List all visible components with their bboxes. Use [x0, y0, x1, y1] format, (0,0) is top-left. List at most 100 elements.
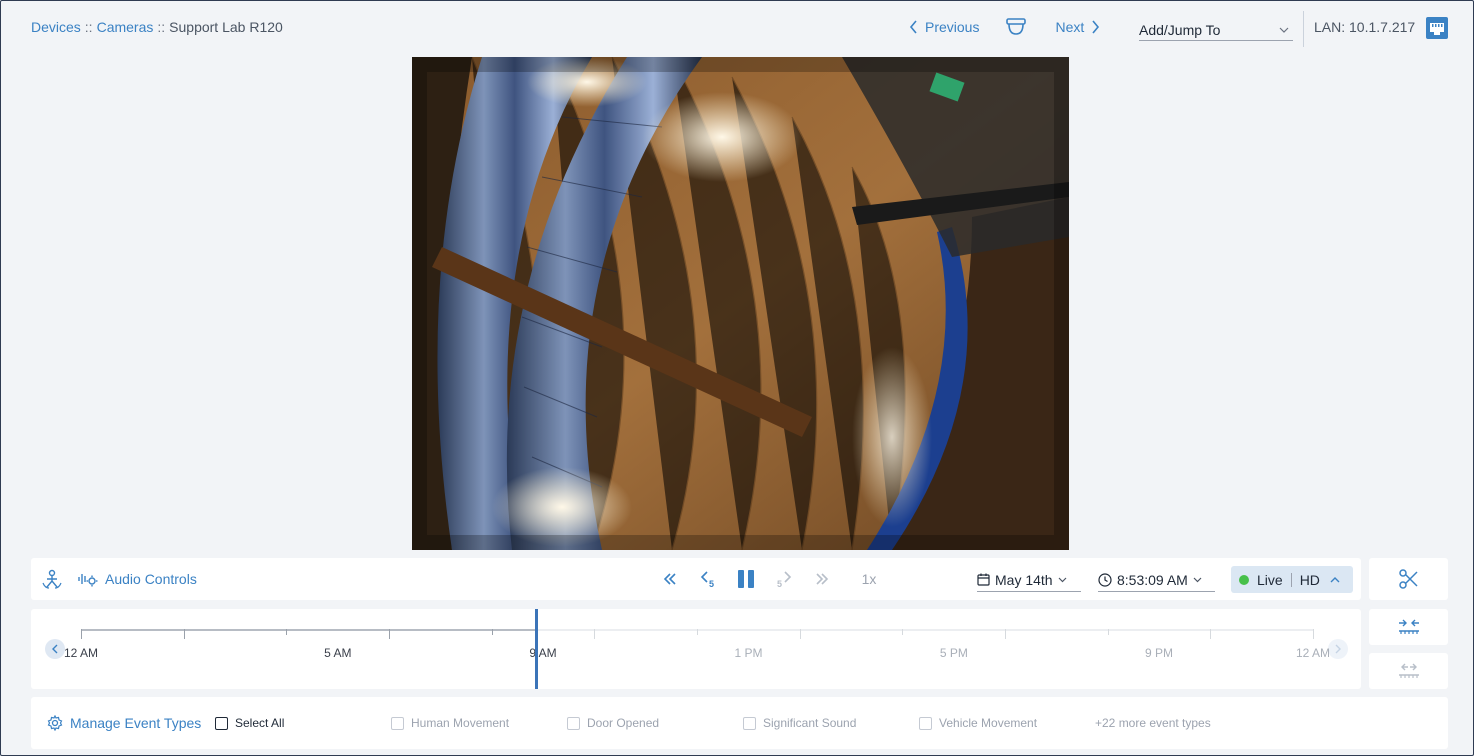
double-chevron-left-icon [663, 573, 676, 585]
pause-icon [738, 570, 754, 588]
timeline-label: 9 AM [529, 646, 557, 660]
event-type-label: Significant Sound [763, 716, 857, 730]
chevron-right-icon [1335, 644, 1341, 654]
rewind-button[interactable] [651, 573, 689, 585]
checkbox[interactable] [391, 716, 404, 730]
next-button[interactable]: Next [1055, 19, 1100, 35]
manage-event-types-button[interactable]: Manage Event Types [47, 697, 201, 749]
timeline-tick [799, 629, 801, 639]
time-picker[interactable]: 8:53:09 AM [1098, 568, 1215, 592]
pause-button[interactable] [727, 569, 765, 589]
add-jump-select[interactable]: Add/Jump To [1139, 19, 1293, 41]
audio-controls-label: Audio Controls [105, 571, 197, 587]
time-value: 8:53:09 AM [1117, 571, 1188, 588]
quality-label: HD [1299, 571, 1320, 588]
chevron-left-icon [52, 644, 58, 654]
timeline-tick [594, 629, 596, 639]
timeline-tick [1313, 629, 1314, 639]
timeline-tick [389, 629, 390, 639]
skip-back-5-icon: 5 [700, 571, 714, 588]
svg-text:5: 5 [777, 579, 782, 588]
chevron-down-icon [1279, 27, 1289, 33]
select-all-label: Select All [235, 716, 285, 730]
chevron-up-icon [1330, 576, 1340, 582]
playback-controls: Audio Controls 5 5 1x May 14th 8:53:09 A… [31, 558, 1361, 600]
timeline-label: 5 AM [324, 646, 352, 660]
fast-forward-button [803, 573, 841, 585]
motion-search-button[interactable] [41, 558, 63, 600]
previous-label: Previous [925, 19, 980, 35]
more-event-types-label: +22 more event types [1095, 716, 1211, 730]
event-types-bar: Manage Event Types Select All Human Move… [31, 697, 1448, 749]
playback-buttons: 5 5 1x [651, 558, 897, 600]
svg-text:5: 5 [709, 579, 714, 588]
checkbox[interactable] [743, 716, 756, 730]
camera-navigation: Previous Next [909, 17, 1100, 37]
timeline-tick [902, 629, 904, 635]
checkbox[interactable] [567, 716, 580, 730]
chevron-down-icon [1058, 577, 1067, 582]
checkbox[interactable] [919, 716, 932, 730]
previous-button[interactable]: Previous [909, 19, 979, 35]
skip-back-5-button[interactable]: 5 [689, 570, 727, 588]
event-type-significant-sound[interactable]: Significant Sound [743, 697, 856, 749]
timeline[interactable]: 12 AM 5 AM 9 AM 1 PM 5 PM 9 PM 12 AM [31, 609, 1361, 689]
chevron-right-icon [1092, 20, 1100, 34]
speed-button[interactable]: 1x [841, 571, 897, 587]
breadcrumb-current: Support Lab R120 [169, 19, 283, 35]
playhead[interactable] [534, 609, 538, 689]
live-status-dot [1239, 574, 1249, 585]
more-event-types-link[interactable]: +22 more event types [1095, 697, 1211, 749]
chevron-down-icon [1193, 577, 1202, 582]
divider [1303, 11, 1304, 47]
clip-button[interactable] [1369, 558, 1448, 600]
live-label: Live [1257, 571, 1283, 588]
camera-image [412, 57, 1069, 550]
timeline-label: 12 AM [63, 646, 99, 660]
audio-settings-icon [78, 574, 98, 587]
event-type-label: Door Opened [587, 716, 660, 730]
breadcrumb-cameras[interactable]: Cameras [97, 19, 154, 35]
timeline-tick [183, 629, 185, 639]
checkbox[interactable] [215, 716, 228, 730]
event-type-label: Human Movement [411, 716, 510, 730]
double-chevron-right-icon [816, 573, 829, 585]
next-label: Next [1055, 19, 1085, 35]
breadcrumb-devices[interactable]: Devices [31, 19, 81, 35]
timeline-label: 1 PM [734, 646, 763, 660]
breadcrumb: Devices :: Cameras :: Support Lab R120 [31, 19, 283, 35]
event-type-door-opened[interactable]: Door Opened [567, 697, 659, 749]
dome-camera-icon[interactable] [1005, 17, 1027, 37]
timeline-axis-future [535, 629, 1313, 631]
timeline-tick [81, 629, 82, 639]
divider [1290, 572, 1292, 587]
gear-icon [47, 715, 63, 731]
timeline-label: 9 PM [1144, 646, 1174, 660]
scissors-icon [1398, 569, 1418, 589]
collapse-arrows-icon [1398, 619, 1419, 634]
date-picker[interactable]: May 14th [977, 568, 1081, 592]
zoom-out-timeline-button [1369, 653, 1448, 689]
timeline-axis-recorded [81, 629, 536, 631]
timeline-tick [1107, 629, 1109, 635]
select-all-checkbox[interactable]: Select All [215, 697, 284, 749]
speed-label: 1x [861, 571, 877, 587]
zoom-in-timeline-button[interactable] [1369, 609, 1448, 645]
audio-controls-button[interactable]: Audio Controls [77, 558, 197, 600]
video-feed[interactable] [412, 57, 1069, 550]
timeline-back-button[interactable] [45, 639, 65, 659]
add-jump-label: Add/Jump To [1139, 21, 1221, 38]
event-type-human-movement[interactable]: Human Movement [391, 697, 509, 749]
lan-address: LAN: 10.1.7.217 [1314, 19, 1416, 35]
manage-event-types-label: Manage Event Types [70, 715, 202, 731]
timeline-tick [1005, 629, 1006, 639]
ethernet-port-icon [1425, 16, 1449, 45]
camera-viewer: Devices :: Cameras :: Support Lab R120 P… [0, 0, 1474, 756]
breadcrumb-separator: :: [84, 19, 93, 35]
timeline-tick [491, 629, 493, 635]
event-type-vehicle-movement[interactable]: Vehicle Movement [919, 697, 1037, 749]
timeline-tick [1210, 629, 1212, 639]
live-quality-toggle[interactable]: Live HD [1231, 566, 1353, 593]
event-type-label: Vehicle Movement [939, 716, 1038, 730]
timeline-label: 5 PM [939, 646, 968, 660]
